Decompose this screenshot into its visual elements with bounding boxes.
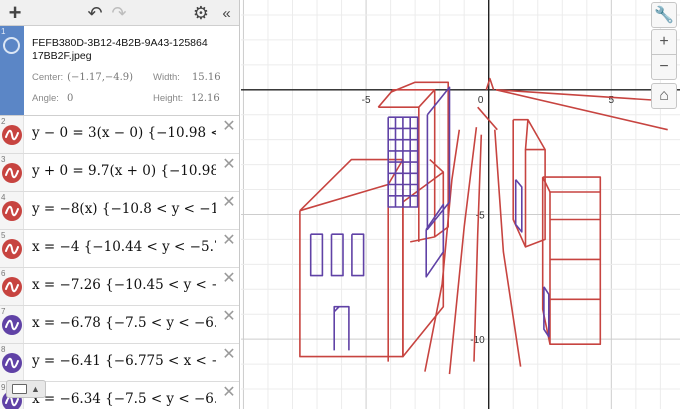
keypad-toggle-button[interactable]: ▲ — [6, 380, 46, 398]
image-expression-item[interactable]: 1 FEFB380D-3B12-4B2B-9A43-12586417BB2F.j… — [0, 26, 239, 116]
red-curve — [541, 176, 602, 346]
expression-item[interactable]: 8 y = −6.41 {−6.775 < x < −6.34 ✕ — [0, 344, 239, 382]
delete-item-icon[interactable]: ✕ — [222, 271, 236, 287]
expression-input[interactable]: y = −6.41 {−6.775 < x < −6.34 — [32, 353, 216, 369]
delete-item-icon[interactable]: ✕ — [222, 385, 236, 401]
item-index: 1 — [1, 27, 6, 36]
graph-paper[interactable]: -5 0 5 -5 -10 — [241, 0, 680, 409]
expression-input[interactable]: x = −4 {−10.44 < y < −5.79} — [32, 239, 216, 255]
item-index: 8 — [1, 345, 6, 354]
graph-style-icon[interactable] — [2, 315, 22, 335]
graph-style-icon[interactable] — [2, 277, 22, 297]
purple-curve — [351, 233, 365, 277]
item-index: 3 — [1, 155, 6, 164]
y-tick-label: -10 — [470, 335, 485, 346]
graph-style-icon[interactable] — [2, 163, 22, 183]
zoom-in-button[interactable]: + — [651, 29, 677, 55]
delete-item-icon[interactable]: ✕ — [222, 347, 236, 363]
width-label: Width: — [153, 72, 180, 83]
image-filename[interactable]: FEFB380D-3B12-4B2B-9A43-12586417BB2F.jpe… — [32, 37, 212, 63]
image-visibility-icon[interactable] — [3, 37, 20, 54]
expression-gutter[interactable]: 4 — [0, 192, 24, 229]
y-tick-label: -5 — [476, 210, 485, 221]
red-curve — [418, 89, 436, 108]
item-index: 6 — [1, 269, 6, 278]
keyboard-icon — [12, 384, 28, 394]
graph-style-icon[interactable] — [2, 125, 22, 145]
expression-input[interactable]: x = −7.26 {−10.45 < y < −5.79 — [32, 277, 216, 293]
angle-label: Angle: — [32, 93, 59, 104]
item-index: 2 — [1, 117, 6, 126]
delete-item-icon[interactable]: ✕ — [222, 309, 236, 325]
item-index: 5 — [1, 231, 6, 240]
expression-gutter[interactable]: 2 — [0, 116, 24, 153]
image-angle-field[interactable]: Angle: 0 — [32, 93, 73, 104]
graph-style-icon[interactable] — [2, 239, 22, 259]
item-index: 9 — [1, 383, 6, 392]
expression-gutter[interactable]: 8 — [0, 344, 24, 381]
height-label: Height: — [153, 93, 184, 104]
expression-item[interactable]: 5 x = −4 {−10.44 < y < −5.79} ✕ — [0, 230, 239, 268]
graph-canvas[interactable]: -5 0 5-5-10 — [241, 0, 680, 409]
red-curve — [429, 159, 444, 173]
red-curve — [377, 89, 436, 243]
expression-toolbar: + ↶ ↷ ⚙ « — [0, 0, 239, 26]
caret-up-icon: ▲ — [31, 384, 40, 394]
expression-input[interactable]: y = −8(x) {−10.8 < y < −1.5,− — [32, 201, 216, 217]
width-value[interactable]: 15.16 — [192, 72, 221, 83]
height-value[interactable]: 12.16 — [191, 93, 220, 104]
expression-item[interactable]: 7 x = −6.78 {−7.5 < y < −6.41} ✕ — [0, 306, 239, 344]
red-curve — [477, 106, 498, 131]
expression-input[interactable]: x = −6.34 {−7.5 < y < −6.41} — [32, 391, 216, 407]
default-viewport-home-button[interactable]: ⌂ — [651, 83, 677, 109]
purple-curve — [514, 179, 523, 233]
expression-item[interactable]: 6 x = −7.26 {−10.45 < y < −5.79 ✕ — [0, 268, 239, 306]
zoom-out-button[interactable]: − — [651, 54, 677, 80]
red-curve — [473, 134, 483, 362]
image-item-gutter[interactable]: 1 — [0, 26, 24, 115]
expression-item[interactable]: 4 y = −8(x) {−10.8 < y < −1.5,− ✕ — [0, 192, 239, 230]
item-index: 7 — [1, 307, 6, 316]
expression-input[interactable]: x = −6.78 {−7.5 < y < −6.41} — [32, 315, 216, 331]
graph-style-icon[interactable] — [2, 201, 22, 221]
expression-item[interactable]: 2 y − 0 = 3(x − 0) {−10.98 < y < ✕ — [0, 116, 239, 154]
x-tick-label: 0 — [478, 95, 484, 106]
x-tick-label: -5 — [362, 95, 371, 106]
expression-gutter[interactable]: 5 — [0, 230, 24, 267]
redo-button[interactable]: ↷ — [108, 0, 130, 26]
expression-panel: + ↶ ↷ ⚙ « 1 FEFB380D-3B12-4B2B-9A43-1258… — [0, 0, 240, 409]
undo-button[interactable]: ↶ — [84, 0, 106, 26]
image-center-field[interactable]: Center: (−1.17,−4.9) — [32, 72, 133, 83]
graph-style-icon[interactable] — [2, 353, 22, 373]
image-height-field[interactable]: Height: 12.16 — [153, 93, 220, 104]
red-curve — [494, 129, 522, 367]
item-index: 4 — [1, 193, 6, 202]
add-item-button[interactable]: + — [2, 0, 28, 26]
center-value[interactable]: (−1.17,−4.9) — [67, 72, 133, 83]
delete-item-icon[interactable]: ✕ — [222, 157, 236, 173]
angle-value[interactable]: 0 — [67, 93, 73, 104]
center-label: Center: — [32, 72, 64, 83]
expression-gutter[interactable]: 7 — [0, 306, 24, 343]
delete-item-icon[interactable]: ✕ — [222, 195, 236, 211]
expression-item[interactable]: 3 y + 0 = 9.7(x + 0) {−10.98 < y ✕ — [0, 154, 239, 192]
red-curve — [485, 77, 495, 91]
purple-curve — [426, 86, 451, 231]
expression-gutter[interactable]: 3 — [0, 154, 24, 191]
delete-item-icon[interactable]: ✕ — [222, 233, 236, 249]
delete-item-icon[interactable]: ✕ — [222, 119, 236, 135]
graph-settings-wrench-button[interactable]: 🔧 — [651, 2, 677, 28]
expression-input[interactable]: y − 0 = 3(x − 0) {−10.98 < y < — [32, 125, 216, 141]
collapse-panel-button[interactable]: « — [214, 0, 236, 26]
image-width-field[interactable]: Width: 15.16 — [153, 72, 221, 83]
red-curve — [378, 106, 420, 242]
expression-input[interactable]: y + 0 = 9.7(x + 0) {−10.98 < y — [32, 163, 216, 179]
settings-gear-button[interactable]: ⚙ — [190, 0, 212, 26]
expression-list: 1 FEFB380D-3B12-4B2B-9A43-12586417BB2F.j… — [0, 26, 239, 409]
expression-gutter[interactable]: 6 — [0, 268, 24, 305]
